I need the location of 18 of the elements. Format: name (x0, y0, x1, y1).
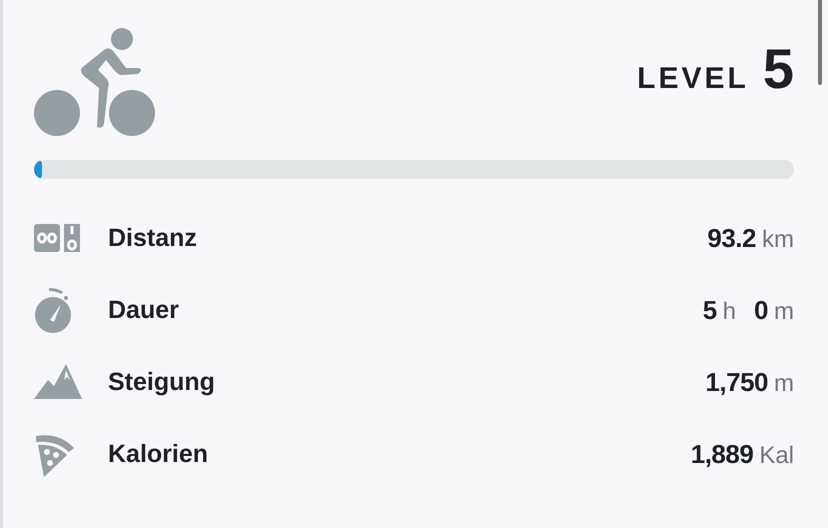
stat-value: 93.2 (707, 222, 756, 254)
stat-value: 0 (754, 294, 768, 326)
stat-label: Dauer (108, 296, 180, 324)
stat-value: 1,889 (690, 438, 754, 470)
mountain-icon (34, 364, 84, 400)
stat-unit: h (722, 298, 736, 326)
stat-label: Steigung (108, 368, 216, 396)
stat-label: Distanz (108, 224, 198, 252)
level-label: LEVEL (637, 62, 749, 96)
stat-unit: m (774, 298, 794, 326)
stat-value: 5 (702, 294, 717, 326)
level-number: 5 (762, 46, 794, 92)
stat-unit: Kal (759, 442, 794, 470)
stat-value: 1,750 (705, 366, 768, 398)
odometer-icon (34, 221, 82, 255)
stat-unit: m (774, 370, 794, 398)
stat-unit: km (762, 226, 794, 254)
stat-label: Kalorien (108, 440, 210, 468)
